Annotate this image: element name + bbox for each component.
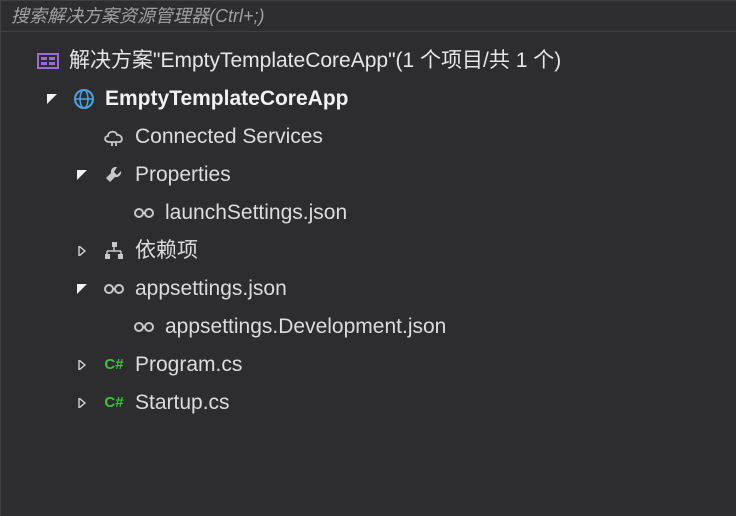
properties-node[interactable]: Properties <box>1 156 736 194</box>
search-input[interactable]: 搜索解决方案资源管理器(Ctrl+;) <box>1 1 736 32</box>
wrench-icon <box>101 164 127 186</box>
connected-services-node[interactable]: Connected Services <box>1 118 736 156</box>
dependencies-icon <box>101 241 127 261</box>
web-project-icon <box>71 88 97 110</box>
json-file-icon <box>101 279 127 299</box>
dependencies-label: 依赖项 <box>135 232 198 270</box>
startup-cs-label: Startup.cs <box>135 384 230 422</box>
appsettings-label: appsettings.json <box>135 270 287 308</box>
startup-cs-node[interactable]: C# Startup.cs <box>1 384 736 422</box>
program-cs-node[interactable]: C# Program.cs <box>1 346 736 384</box>
json-file-icon <box>131 317 157 337</box>
json-file-icon <box>131 203 157 223</box>
expand-arrow-icon[interactable] <box>73 284 91 294</box>
collapse-arrow-icon[interactable] <box>73 360 91 370</box>
collapse-arrow-icon[interactable] <box>73 246 91 256</box>
project-label: EmptyTemplateCoreApp <box>105 80 348 118</box>
solution-icon <box>35 51 61 71</box>
expand-arrow-icon[interactable] <box>73 170 91 180</box>
cloud-icon <box>101 128 127 146</box>
solution-explorer-panel: 搜索解决方案资源管理器(Ctrl+;) 解决方案"EmptyTemplateCo… <box>0 0 736 516</box>
expand-arrow-icon[interactable] <box>43 94 61 104</box>
appsettings-dev-node[interactable]: appsettings.Development.json <box>1 308 736 346</box>
csharp-file-icon: C# <box>101 393 127 413</box>
launch-settings-node[interactable]: launchSettings.json <box>1 194 736 232</box>
appsettings-node[interactable]: appsettings.json <box>1 270 736 308</box>
solution-tree: 解决方案"EmptyTemplateCoreApp"(1 个项目/共 1 个) … <box>1 32 736 422</box>
dependencies-node[interactable]: 依赖项 <box>1 232 736 270</box>
launch-settings-label: launchSettings.json <box>165 194 347 232</box>
properties-label: Properties <box>135 156 231 194</box>
appsettings-dev-label: appsettings.Development.json <box>165 308 446 346</box>
solution-node[interactable]: 解决方案"EmptyTemplateCoreApp"(1 个项目/共 1 个) <box>1 42 736 80</box>
solution-label: 解决方案"EmptyTemplateCoreApp"(1 个项目/共 1 个) <box>69 42 561 80</box>
collapse-arrow-icon[interactable] <box>73 398 91 408</box>
project-node[interactable]: EmptyTemplateCoreApp <box>1 80 736 118</box>
connected-services-label: Connected Services <box>135 118 323 156</box>
program-cs-label: Program.cs <box>135 346 242 384</box>
csharp-file-icon: C# <box>101 355 127 375</box>
